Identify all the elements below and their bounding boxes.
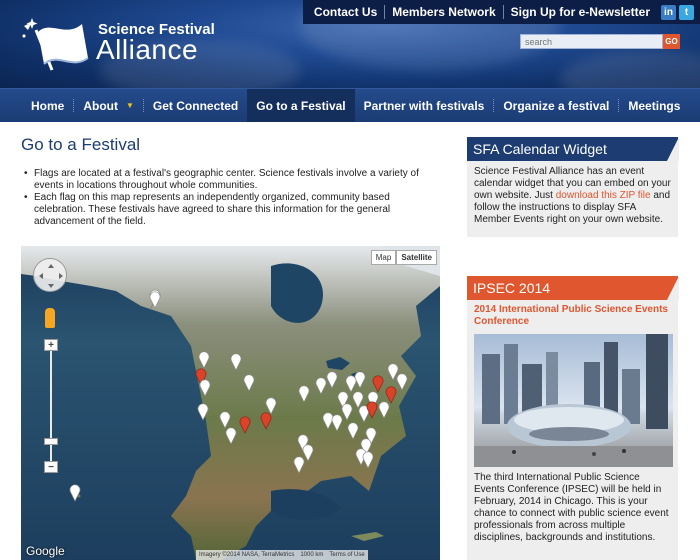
festival-flag-marker[interactable] — [149, 291, 161, 309]
nav-about[interactable]: About ▼ — [74, 89, 143, 122]
terms-link[interactable]: Terms of Use — [329, 552, 364, 558]
ipsec-panel: IPSEC 2014 2014 International Public Sci… — [467, 276, 679, 560]
street-view-pegman-icon[interactable] — [45, 308, 55, 328]
list-item: Flags are located at a festival's geogra… — [24, 168, 434, 192]
festival-flag-marker[interactable] — [378, 401, 390, 419]
festival-flag-marker[interactable] — [199, 379, 211, 397]
pan-control-icon[interactable] — [33, 258, 67, 292]
festival-flag-marker[interactable] — [298, 385, 310, 403]
festival-flag-marker[interactable] — [354, 371, 366, 389]
festival-flag-marker[interactable] — [331, 414, 343, 432]
festival-flag-marker[interactable] — [385, 386, 397, 404]
nav-get-connected[interactable]: Get Connected — [144, 89, 247, 122]
festival-flag-marker[interactable] — [372, 375, 384, 393]
festival-flag-marker[interactable] — [225, 427, 237, 445]
map-scale: 1000 km — [300, 552, 324, 558]
festival-flag-marker[interactable] — [230, 353, 242, 371]
site-header: Science Festival Alliance Contact Us Mem… — [0, 0, 700, 88]
zoom-in-button[interactable]: + — [44, 339, 58, 351]
zoom-slider-knob[interactable] — [44, 438, 58, 445]
flag-logo-icon — [22, 18, 89, 71]
festival-map[interactable]: Map Satellite + − Google Imagery ©2014 N… — [21, 246, 440, 560]
page-title: Go to a Festival — [21, 135, 141, 154]
festival-flag-marker[interactable] — [352, 391, 364, 409]
festival-flag-marker[interactable] — [265, 397, 277, 415]
festival-flag-marker[interactable] — [293, 456, 305, 474]
festival-flag-marker[interactable] — [260, 412, 272, 430]
caret-down-icon: ▼ — [126, 101, 134, 110]
nav-organize[interactable]: Organize a festival — [494, 89, 618, 122]
chicago-bean-photo — [474, 334, 673, 467]
festival-flag-marker[interactable] — [197, 403, 209, 421]
map-markers — [69, 291, 408, 502]
linkedin-icon[interactable]: in — [661, 4, 676, 20]
members-network-link[interactable]: Members Network — [385, 5, 504, 19]
festival-flag-marker[interactable] — [322, 412, 334, 430]
search-input[interactable] — [520, 34, 663, 49]
nav-home[interactable]: Home — [22, 89, 73, 122]
social-links: in t — [661, 4, 694, 20]
site-logo[interactable]: Science Festival Alliance — [18, 12, 238, 72]
festival-flag-marker[interactable] — [341, 403, 353, 421]
list-item: Each flag on this map represents an inde… — [24, 192, 434, 228]
festival-flag-marker[interactable] — [219, 411, 231, 429]
nav-about-label: About — [83, 98, 118, 113]
map-attribution: Imagery ©2014 NASA, TerraMetrics 1000 km… — [196, 550, 368, 560]
zoom-out-button[interactable]: − — [44, 461, 58, 473]
logo-line2: Alliance — [96, 34, 199, 65]
ipsec-body: The third International Public Science E… — [474, 472, 669, 543]
map-type-map[interactable]: Map — [370, 250, 397, 265]
top-links-bar: Contact Us Members Network Sign Up for e… — [302, 0, 700, 24]
festival-flag-marker[interactable] — [198, 351, 210, 369]
festival-flag-marker[interactable] — [302, 444, 314, 462]
google-logo: Google — [26, 544, 65, 558]
main-nav: Home About ▼ Get Connected Go to a Festi… — [0, 88, 700, 122]
calendar-widget-panel: SFA Calendar Widget Science Festival All… — [467, 137, 679, 237]
intro-list: Flags are located at a festival's geogra… — [24, 168, 434, 228]
festival-flag-marker[interactable] — [347, 422, 359, 440]
calendar-widget-text: Science Festival Alliance has an event c… — [474, 166, 671, 225]
newsletter-signup-link[interactable]: Sign Up for e-Newsletter — [504, 5, 657, 19]
map-type-satellite[interactable]: Satellite — [396, 250, 437, 265]
search-box: GO — [520, 34, 680, 49]
festival-flag-marker[interactable] — [326, 371, 338, 389]
ipsec-subtitle-link[interactable]: 2014 International Public Science Events… — [467, 300, 678, 328]
festival-flag-marker[interactable] — [345, 375, 357, 393]
map-type-control: Map Satellite — [370, 250, 437, 265]
festival-flag-marker[interactable] — [387, 363, 399, 381]
nav-partner[interactable]: Partner with festivals — [355, 89, 494, 122]
festival-flag-marker[interactable] — [362, 451, 374, 469]
imagery-credit: Imagery ©2014 NASA, TerraMetrics — [199, 552, 295, 558]
twitter-icon[interactable]: t — [679, 4, 694, 20]
search-go-button[interactable]: GO — [663, 34, 680, 49]
calendar-widget-title: SFA Calendar Widget — [467, 137, 679, 161]
festival-flag-marker[interactable] — [69, 484, 81, 502]
download-zip-link[interactable]: download this ZIP file — [556, 190, 651, 201]
zoom-slider-track[interactable] — [50, 346, 52, 466]
festival-flag-marker[interactable] — [239, 416, 251, 434]
festival-flag-marker[interactable] — [366, 401, 378, 419]
festival-flag-marker[interactable] — [396, 373, 408, 391]
festival-flag-marker[interactable] — [243, 374, 255, 392]
ipsec-title: IPSEC 2014 — [467, 276, 679, 300]
contact-us-link[interactable]: Contact Us — [307, 5, 386, 19]
festival-flag-marker[interactable] — [315, 377, 327, 395]
nav-meetings[interactable]: Meetings — [619, 89, 689, 122]
nav-go-to-festival[interactable]: Go to a Festival — [247, 89, 355, 122]
